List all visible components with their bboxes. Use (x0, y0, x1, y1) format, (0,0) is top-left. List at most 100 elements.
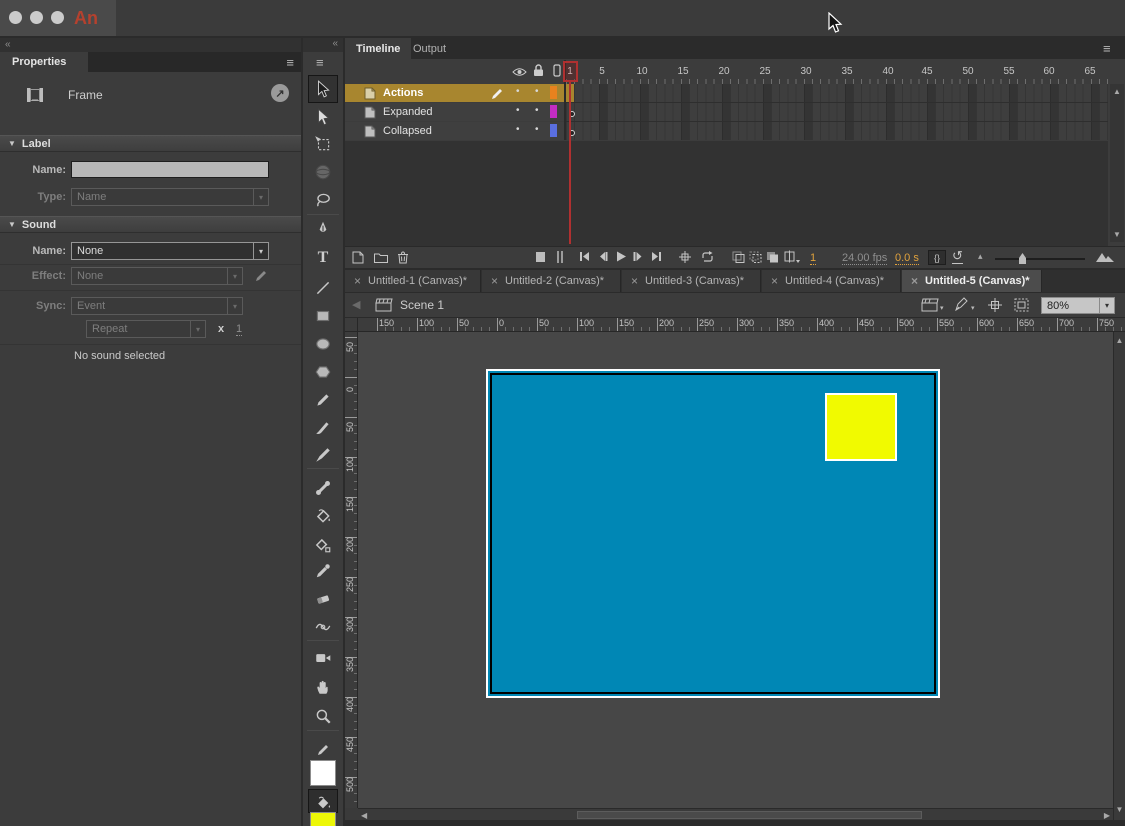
edit-symbols-icon[interactable] (953, 297, 970, 313)
width-tool[interactable] (311, 615, 335, 639)
layer-row-actions[interactable]: Actions • • (345, 84, 564, 102)
scroll-down-icon[interactable]: ▼ (1110, 230, 1124, 239)
paint-bucket-tool[interactable] (311, 504, 335, 528)
chevron-down-icon[interactable]: ▾ (971, 304, 975, 312)
scroll-up-icon[interactable]: ▲ (1114, 336, 1125, 345)
reset-timeline-zoom-icon[interactable]: ↺ (952, 249, 963, 264)
scroll-up-icon[interactable]: ▲ (1110, 87, 1124, 96)
doc-tab-untitled-5[interactable]: × Untitled-5 (Canvas)* (902, 270, 1042, 292)
close-icon[interactable]: × (911, 274, 918, 288)
zoom-window-icon[interactable] (51, 11, 64, 24)
panel-menu-icon[interactable]: ≡ (1103, 41, 1110, 56)
new-folder-icon[interactable] (373, 250, 389, 265)
panel-menu-icon[interactable]: ≡ (316, 55, 323, 70)
close-icon[interactable]: × (354, 274, 361, 288)
delete-layer-trash-icon[interactable] (396, 250, 410, 265)
layer-color-chip[interactable] (550, 124, 557, 137)
layer-unlocked-dot[interactable]: • (535, 86, 539, 97)
current-frame-hot-text[interactable]: 1 (810, 252, 816, 265)
go-to-first-frame-icon[interactable] (578, 250, 591, 263)
classic-brush-tool[interactable] (311, 416, 335, 440)
layer-color-chip[interactable] (550, 105, 557, 118)
close-icon[interactable]: × (771, 274, 778, 288)
lock-icon[interactable] (533, 64, 544, 77)
ink-bottle-tool[interactable] (311, 533, 335, 557)
scrollbar-thumb[interactable] (577, 811, 922, 819)
label-name-input[interactable] (71, 161, 269, 178)
lasso-tool[interactable] (311, 188, 335, 212)
go-to-last-frame-icon[interactable] (650, 250, 663, 263)
layer-unlocked-dot[interactable]: • (535, 124, 539, 135)
scroll-left-icon[interactable]: ◀ (361, 811, 367, 820)
back-arrow-icon[interactable]: ◀ (352, 298, 360, 311)
edit-scene-icon[interactable] (921, 297, 939, 313)
chevron-down-icon[interactable]: ▾ (940, 304, 944, 312)
canvas-horizontal-scrollbar[interactable]: ◀ ▶ (358, 808, 1113, 820)
label-section-header[interactable]: ▼ Label (0, 135, 301, 152)
panel-menu-icon[interactable]: ≡ (286, 55, 293, 70)
clip-content-icon[interactable] (1013, 297, 1030, 313)
stroke-color-control[interactable] (311, 738, 335, 762)
frame-rate-hot-text[interactable]: 24.00 fps (842, 252, 887, 265)
layer-row-expanded[interactable]: Expanded • • (345, 103, 564, 121)
modify-markers-icon[interactable] (783, 250, 801, 264)
sound-section-header[interactable]: ▼ Sound (0, 216, 301, 233)
doc-tab-untitled-3[interactable]: × Untitled-3 (Canvas)* (622, 270, 761, 292)
layer-color-chip[interactable] (550, 86, 557, 99)
layer-visible-dot[interactable]: • (516, 105, 520, 116)
playhead-marker[interactable] (563, 61, 578, 82)
canvas-vertical-scrollbar[interactable]: ▲ ▼ (1113, 332, 1125, 820)
step-forward-icon[interactable] (632, 250, 645, 263)
loop-playback-icon[interactable] (700, 250, 715, 264)
onion-skin-outlines-icon[interactable] (748, 250, 763, 264)
doc-tab-untitled-1[interactable]: × Untitled-1 (Canvas)* (345, 270, 481, 292)
minimize-window-icon[interactable] (30, 11, 43, 24)
doc-tab-untitled-4[interactable]: × Untitled-4 (Canvas)* (762, 270, 901, 292)
new-layer-icon[interactable] (351, 250, 366, 265)
pen-tool[interactable] (311, 217, 335, 241)
playhead-line[interactable] (569, 82, 571, 244)
layer-unlocked-dot[interactable]: • (535, 105, 539, 116)
tab-output[interactable]: Output (402, 38, 457, 59)
center-playhead-icon[interactable] (678, 250, 692, 264)
close-icon[interactable]: × (631, 274, 638, 288)
eraser-tool[interactable] (311, 587, 335, 611)
doc-tab-untitled-2[interactable]: × Untitled-2 (Canvas)* (482, 270, 621, 292)
layer-row-collapsed[interactable]: Collapsed • • (345, 122, 564, 140)
pasteboard[interactable] (358, 332, 1113, 808)
stroke-color-swatch[interactable] (310, 760, 336, 786)
zoom-in-frames-icon[interactable] (1095, 250, 1115, 263)
frame-zoom-slider-thumb[interactable] (1019, 253, 1026, 264)
hand-tool[interactable] (311, 675, 335, 699)
zoom-tool[interactable] (311, 704, 335, 728)
elapsed-time-hot-text[interactable]: 0.0 s (895, 252, 919, 265)
bone-tool[interactable] (311, 476, 335, 500)
sound-name-dropdown[interactable]: None ▾ (71, 242, 269, 260)
breadcrumb-scene-name[interactable]: Scene 1 (400, 298, 444, 312)
polystar-tool[interactable] (311, 360, 335, 384)
frame-zoom-slider[interactable] (995, 258, 1085, 260)
stage-zoom-dropdown[interactable]: 80% ▾ (1041, 297, 1115, 314)
loop-range-icon[interactable] (556, 250, 564, 264)
outline-icon[interactable] (553, 64, 561, 77)
fill-color-swatch[interactable] (310, 812, 336, 826)
selection-tool[interactable] (311, 77, 335, 101)
yellow-rectangle-shape[interactable] (825, 393, 897, 461)
edit-multiple-frames-icon[interactable] (765, 250, 780, 264)
help-icon[interactable]: ↗ (271, 84, 289, 102)
rectangle-tool[interactable] (311, 304, 335, 328)
eye-icon[interactable] (512, 67, 527, 77)
zoom-out-frames-icon[interactable]: ▴ (978, 251, 983, 262)
paint-brush-tool[interactable] (311, 443, 335, 467)
layer-visible-dot[interactable]: • (516, 86, 520, 97)
free-transform-tool[interactable] (311, 132, 335, 156)
onion-skin-icon[interactable] (731, 250, 746, 264)
close-window-icon[interactable] (9, 11, 22, 24)
collapse-panel-icon[interactable]: « (332, 38, 338, 49)
camera-tool[interactable] (311, 646, 335, 670)
scroll-right-icon[interactable]: ▶ (1104, 811, 1110, 820)
repeat-count-hot-text[interactable]: 1 (236, 323, 242, 336)
eyedropper-tool[interactable] (311, 559, 335, 583)
pencil-tool[interactable] (311, 388, 335, 412)
center-stage-icon[interactable] (987, 297, 1003, 313)
